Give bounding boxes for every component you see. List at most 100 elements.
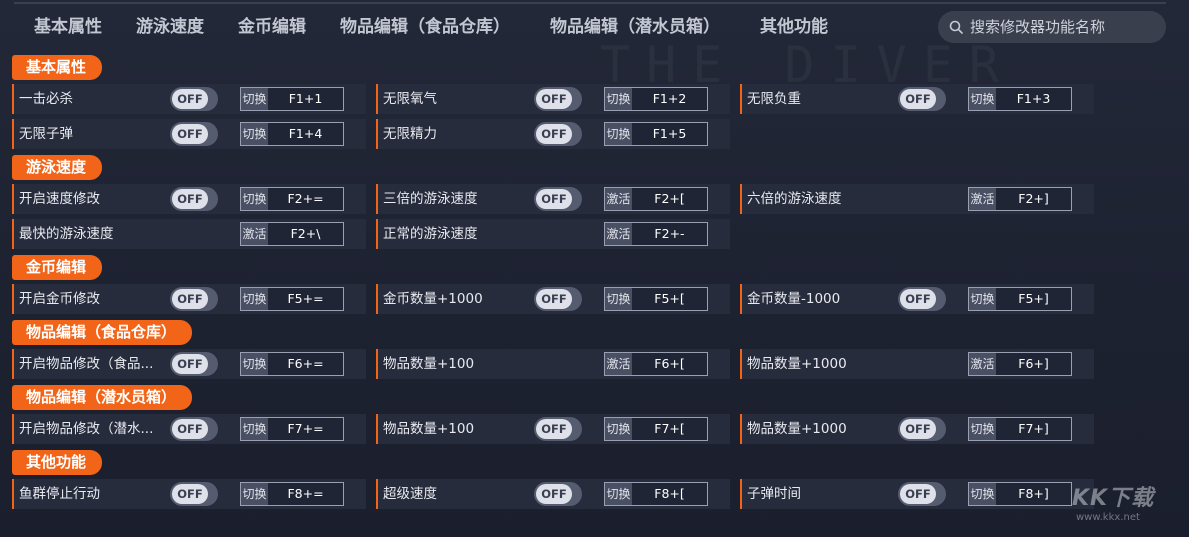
hotkey-button[interactable]: 切换 F7+] (968, 417, 1072, 441)
hotkey-button[interactable]: 切换 F5+[ (604, 287, 708, 311)
hotkey-button[interactable]: 切换 F5+= (240, 287, 344, 311)
hotkey-mode-label: 切换 (605, 483, 632, 505)
hotkey-button[interactable]: 切换 F2+= (240, 187, 344, 211)
nav-tabs: 基本属性 游泳速度 金币编辑 物品编辑（食品仓库） 物品编辑（潜水员箱） 其他功… (0, 8, 930, 46)
toggle-state-label: OFF (536, 289, 572, 309)
toggle-state-label: OFF (900, 484, 936, 504)
feature-toggle[interactable]: OFF (898, 417, 946, 441)
hotkey-key-label: F2+\ (290, 226, 321, 241)
feature-row: 金币数量+1000 OFF 切换 F5+[ (376, 284, 730, 314)
hotkey-button[interactable]: 切换 F8+[ (604, 482, 708, 506)
feature-toggle[interactable]: OFF (170, 187, 218, 211)
hotkey-key-label: F5+= (287, 291, 324, 306)
feature-row: 无限氧气 OFF 切换 F1+2 (376, 84, 730, 114)
trainer-window: THE DIVER 基本属性 游泳速度 金币编辑 物品编辑（食品仓库） 物品编辑… (0, 0, 1189, 537)
feature-toggle[interactable]: OFF (170, 482, 218, 506)
hotkey-button[interactable]: 切换 F1+3 (968, 87, 1072, 111)
feature-toggle[interactable]: OFF (534, 187, 582, 211)
feature-toggle[interactable]: OFF (898, 287, 946, 311)
tab-gold-edit[interactable]: 金币编辑 (238, 8, 306, 46)
feature-toggle[interactable]: OFF (170, 352, 218, 376)
tab-swim-speed[interactable]: 游泳速度 (136, 8, 204, 46)
toggle-state-label: OFF (900, 289, 936, 309)
feature-toggle[interactable]: OFF (534, 287, 582, 311)
hotkey-button[interactable]: 切换 F1+1 (240, 87, 344, 111)
feature-name: 无限氧气 (383, 91, 437, 107)
feature-row: 无限精力 OFF 切换 F1+5 (376, 119, 730, 149)
feature-name: 无限负重 (747, 91, 801, 107)
toggle-state-label: OFF (172, 484, 208, 504)
hotkey-button[interactable]: 切换 F7+[ (604, 417, 708, 441)
feature-row: 子弹时间 OFF 切换 F8+] (740, 479, 1094, 509)
feature-row: 六倍的游泳速度 激活 F2+] (740, 184, 1094, 214)
hotkey-button[interactable]: 切换 F5+] (968, 287, 1072, 311)
feature-row: 开启速度修改 OFF 切换 F2+= (12, 184, 366, 214)
hotkey-mode-label: 切换 (241, 353, 268, 375)
section-header: 物品编辑（食品仓库） (12, 320, 193, 345)
toggle-state-label: OFF (536, 484, 572, 504)
feature-toggle[interactable]: OFF (534, 417, 582, 441)
hotkey-key-label: F2+- (654, 226, 685, 241)
feature-row: 开启物品修改（食品... OFF 切换 F6+= (12, 349, 366, 379)
feature-toggle[interactable]: OFF (170, 417, 218, 441)
tab-basic-attributes[interactable]: 基本属性 (34, 8, 102, 46)
hotkey-mode-label: 切换 (605, 123, 632, 145)
hotkey-mode-label: 激活 (969, 353, 996, 375)
feature-name: 金币数量+1000 (383, 291, 483, 307)
hotkey-mode-label: 激活 (969, 188, 996, 210)
hotkey-mode-label: 激活 (241, 223, 268, 245)
feature-name: 物品数量+1000 (747, 356, 847, 372)
hotkey-button[interactable]: 激活 F2+\ (240, 222, 344, 246)
hotkey-button[interactable]: 激活 F2+] (968, 187, 1072, 211)
section-header: 基本属性 (12, 55, 103, 80)
search-box[interactable]: 搜索修改器功能名称 (938, 11, 1166, 43)
tab-other-functions[interactable]: 其他功能 (760, 8, 828, 46)
feature-toggle[interactable]: OFF (170, 122, 218, 146)
tab-item-edit-food[interactable]: 物品编辑（食品仓库） (340, 8, 510, 46)
hotkey-button[interactable]: 切换 F7+= (240, 417, 344, 441)
hotkey-button[interactable]: 切换 F1+5 (604, 122, 708, 146)
feature-row: 开启金币修改 OFF 切换 F5+= (12, 284, 366, 314)
hotkey-key-label: F6+] (1018, 356, 1049, 371)
watermark-url: www.kkx.net (1076, 512, 1140, 523)
feature-name: 无限子弹 (19, 126, 73, 142)
feature-toggle[interactable]: OFF (534, 87, 582, 111)
toggle-state-label: OFF (172, 89, 208, 109)
hotkey-key-label: F2+= (287, 191, 324, 206)
tab-item-edit-diver[interactable]: 物品编辑（潜水员箱） (550, 8, 720, 46)
hotkey-button[interactable]: 激活 F2+- (604, 222, 708, 246)
hotkey-button[interactable]: 切换 F1+2 (604, 87, 708, 111)
feature-toggle[interactable]: OFF (170, 287, 218, 311)
feature-name: 三倍的游泳速度 (383, 191, 478, 207)
toggle-state-label: OFF (536, 124, 572, 144)
hotkey-button[interactable]: 切换 F8+= (240, 482, 344, 506)
feature-toggle[interactable]: OFF (898, 87, 946, 111)
hotkey-button[interactable]: 切换 F8+] (968, 482, 1072, 506)
feature-row: 物品数量+1000 OFF 切换 F7+] (740, 414, 1094, 444)
feature-toggle[interactable]: OFF (534, 122, 582, 146)
toggle-state-label: OFF (536, 89, 572, 109)
feature-row: 物品数量+100 激活 F6+[ (376, 349, 730, 379)
hotkey-button[interactable]: 切换 F6+= (240, 352, 344, 376)
feature-toggle[interactable]: OFF (170, 87, 218, 111)
feature-name: 物品数量+1000 (747, 421, 847, 437)
feature-row: 金币数量-1000 OFF 切换 F5+] (740, 284, 1094, 314)
hotkey-mode-label: 切换 (241, 88, 268, 110)
hotkey-button[interactable]: 激活 F6+] (968, 352, 1072, 376)
hotkey-mode-label: 切换 (969, 483, 996, 505)
hotkey-button[interactable]: 激活 F6+[ (604, 352, 708, 376)
hotkey-button[interactable]: 激活 F2+[ (604, 187, 708, 211)
hotkey-mode-label: 切换 (241, 288, 268, 310)
hotkey-mode-label: 切换 (605, 88, 632, 110)
feature-toggle[interactable]: OFF (534, 482, 582, 506)
toggle-state-label: OFF (172, 419, 208, 439)
toggle-state-label: OFF (536, 189, 572, 209)
toggle-state-label: OFF (536, 419, 572, 439)
feature-name: 最快的游泳速度 (19, 226, 114, 242)
toggle-state-label: OFF (900, 89, 936, 109)
search-input[interactable]: 搜索修改器功能名称 (970, 11, 1105, 43)
feature-toggle[interactable]: OFF (898, 482, 946, 506)
toggle-state-label: OFF (172, 124, 208, 144)
hotkey-button[interactable]: 切换 F1+4 (240, 122, 344, 146)
feature-name: 超级速度 (383, 486, 437, 502)
